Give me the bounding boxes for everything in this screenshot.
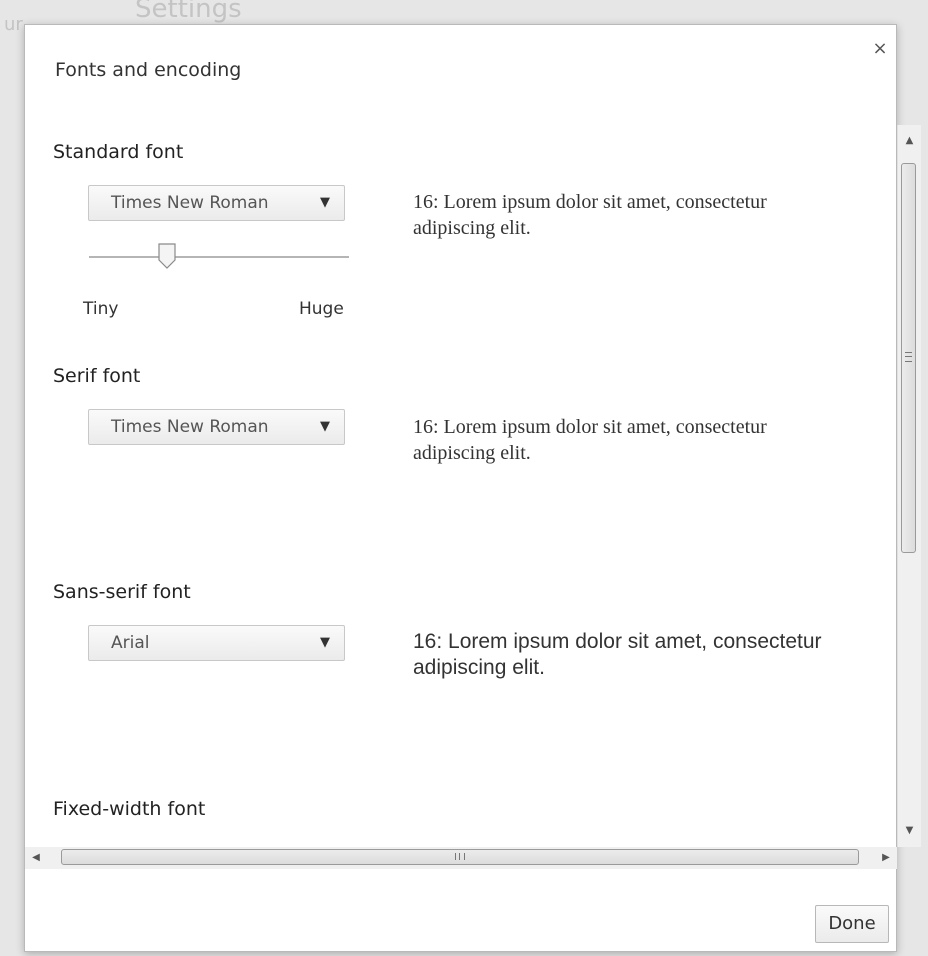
serif-font-select[interactable]: Times New Roman ▼: [88, 409, 345, 445]
vertical-scroll-thumb[interactable]: [901, 163, 916, 553]
serif-font-sample: 16: Lorem ipsum dolor sit amet, consecte…: [413, 416, 767, 464]
standard-font-select-value: Times New Roman: [111, 193, 269, 213]
dialog-content: Standard font Times New Roman ▼ 16: Lore…: [25, 101, 896, 846]
slider-thumb[interactable]: [158, 243, 176, 269]
horizontal-scrollbar[interactable]: ◀ ▶: [25, 847, 897, 869]
arrow-left-icon[interactable]: ◀: [25, 847, 47, 869]
serif-font-label: Serif font: [53, 365, 141, 387]
standard-font-select[interactable]: Times New Roman ▼: [88, 185, 345, 221]
fixed-width-font-label: Fixed-width font: [53, 798, 206, 820]
fonts-dialog: × Fonts and encoding Standard font Times…: [24, 24, 921, 952]
done-button[interactable]: Done: [815, 905, 889, 943]
slider-min-label: Tiny: [83, 299, 119, 319]
sans-serif-font-select[interactable]: Arial ▼: [88, 625, 345, 661]
arrow-down-icon[interactable]: ▼: [898, 820, 921, 842]
close-icon[interactable]: ×: [870, 39, 890, 59]
sans-serif-font-sample: 16: Lorem ipsum dolor sit amet, consecte…: [413, 630, 822, 679]
chevron-down-icon: ▼: [320, 419, 330, 434]
horizontal-scroll-thumb[interactable]: [61, 849, 859, 865]
sans-serif-font-select-value: Arial: [111, 633, 150, 653]
backdrop-title: Settings: [135, 0, 242, 24]
sans-serif-font-label: Sans-serif font: [53, 581, 191, 603]
grip-icon: [905, 352, 912, 362]
serif-font-select-value: Times New Roman: [111, 417, 269, 437]
vertical-scrollbar[interactable]: ▲ ▼: [897, 125, 921, 847]
backdrop-fragment: ur: [4, 14, 23, 35]
slider-track: [89, 256, 349, 258]
arrow-right-icon[interactable]: ▶: [875, 847, 897, 869]
arrow-up-icon[interactable]: ▲: [898, 130, 921, 152]
standard-font-sample: 16: Lorem ipsum dolor sit amet, consecte…: [413, 191, 767, 239]
dialog-title: Fonts and encoding: [55, 59, 242, 81]
slider-max-label: Huge: [299, 299, 344, 319]
grip-icon: [455, 853, 465, 860]
dialog-footer: Done: [25, 869, 896, 951]
chevron-down-icon: ▼: [320, 195, 330, 210]
font-size-slider[interactable]: [89, 243, 349, 273]
chevron-down-icon: ▼: [320, 635, 330, 650]
standard-font-label: Standard font: [53, 141, 184, 163]
